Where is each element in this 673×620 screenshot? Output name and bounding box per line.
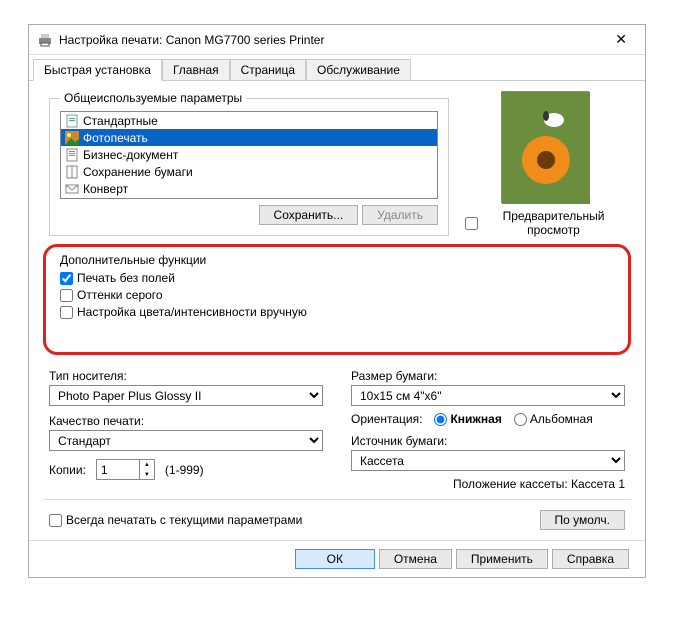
print-settings-window: Настройка печати: Canon MG7700 series Pr… [28,24,646,578]
copies-input[interactable] [97,460,139,479]
copies-range: (1-999) [165,463,204,477]
dialog-footer: ОК Отмена Применить Справка [29,540,645,577]
paper-save-icon [65,165,79,179]
list-item[interactable]: Бизнес-документ [61,146,437,163]
profiles-listbox[interactable]: Стандартные Фотопечать Бизнес-документ [60,111,438,199]
feature-checkbox-row[interactable]: Оттенки серого [60,288,614,302]
delete-profile-button[interactable]: Удалить [362,205,438,225]
tab-content: Общеиспользуемые параметры Стандартные Ф… [29,81,645,540]
grayscale-checkbox[interactable] [60,289,73,302]
business-doc-icon [65,148,79,162]
paper-source-label: Источник бумаги: [351,434,625,448]
printer-icon [37,32,53,48]
envelope-icon [65,182,79,196]
feature-checkbox-row[interactable]: Печать без полей [60,271,614,285]
media-type-select[interactable]: Photo Paper Plus Glossy II [49,385,323,406]
features-legend: Дополнительные функции [60,253,614,267]
landscape-radio[interactable] [514,413,527,426]
portrait-radio[interactable] [434,413,447,426]
feature-label: Настройка цвета/интенсивности вручную [77,305,307,319]
quality-label: Качество печати: [49,414,323,428]
borderless-checkbox[interactable] [60,272,73,285]
paper-source-select[interactable]: Кассета [351,450,625,471]
list-item-label: Бизнес-документ [83,148,178,162]
tab-page[interactable]: Страница [230,59,306,80]
list-item-label: Конверт [83,182,128,196]
ok-button[interactable]: ОК [295,549,375,569]
portrait-label: Книжная [450,412,501,426]
window-title: Настройка печати: Canon MG7700 series Pr… [59,33,605,47]
profiles-fieldset: Общеиспользуемые параметры Стандартные Ф… [49,91,449,236]
portrait-radio-row[interactable]: Книжная [434,412,501,426]
list-item-label: Сохранение бумаги [83,165,193,179]
additional-features-group: Дополнительные функции Печать без полей … [43,244,631,355]
list-item[interactable]: Сохранение бумаги [61,163,437,180]
preview-column: Предварительный просмотр [465,91,625,240]
quality-select[interactable]: Стандарт [49,430,323,451]
spinner-up[interactable]: ▲ [140,460,154,470]
list-item-label: Стандартные [83,114,158,128]
always-print-checkbox[interactable] [49,514,62,527]
preview-thumbnail [501,91,589,203]
spinner-down[interactable]: ▼ [140,470,154,480]
paper-size-label: Размер бумаги: [351,369,625,383]
always-print-label: Всегда печатать с текущими параметрами [66,513,302,527]
list-item-label: Фотопечать [83,131,148,145]
list-item[interactable]: Конверт [61,180,437,197]
paper-size-select[interactable]: 10x15 см 4"x6" [351,385,625,406]
photo-icon [65,131,79,145]
help-button[interactable]: Справка [552,549,629,569]
tab-maintenance[interactable]: Обслуживание [306,59,411,80]
tab-strip: Быстрая установка Главная Страница Обслу… [29,55,645,81]
tab-quick-setup[interactable]: Быстрая установка [33,59,162,81]
preview-checkbox-label: Предварительный просмотр [482,209,625,237]
cancel-button[interactable]: Отмена [379,549,452,569]
feature-checkbox-row[interactable]: Настройка цвета/интенсивности вручную [60,305,614,319]
media-type-label: Тип носителя: [49,369,323,383]
feature-label: Печать без полей [77,271,175,285]
list-item[interactable]: Стандартные [61,112,437,129]
tab-main[interactable]: Главная [162,59,230,80]
preview-checkbox-row[interactable]: Предварительный просмотр [465,209,625,237]
manual-color-checkbox[interactable] [60,306,73,319]
always-print-checkbox-row[interactable]: Всегда печатать с текущими параметрами [49,513,302,527]
orientation-label: Ориентация: [351,412,422,426]
copies-spinner[interactable]: ▲▼ [96,459,155,480]
separator [43,499,631,500]
titlebar: Настройка печати: Canon MG7700 series Pr… [29,25,645,55]
feature-label: Оттенки серого [77,288,163,302]
defaults-button[interactable]: По умолч. [540,510,625,530]
copies-label: Копии: [49,463,86,477]
cassette-status: Положение кассеты: Кассета 1 [351,477,625,491]
preview-checkbox[interactable] [465,217,478,230]
landscape-radio-row[interactable]: Альбомная [514,412,593,426]
save-profile-button[interactable]: Сохранить... [259,205,359,225]
landscape-label: Альбомная [530,412,593,426]
profiles-legend: Общеиспользуемые параметры [60,91,246,105]
document-icon [65,114,79,128]
list-item[interactable]: Фотопечать [61,129,437,146]
close-button[interactable]: ✕ [605,27,637,52]
apply-button[interactable]: Применить [456,549,548,569]
